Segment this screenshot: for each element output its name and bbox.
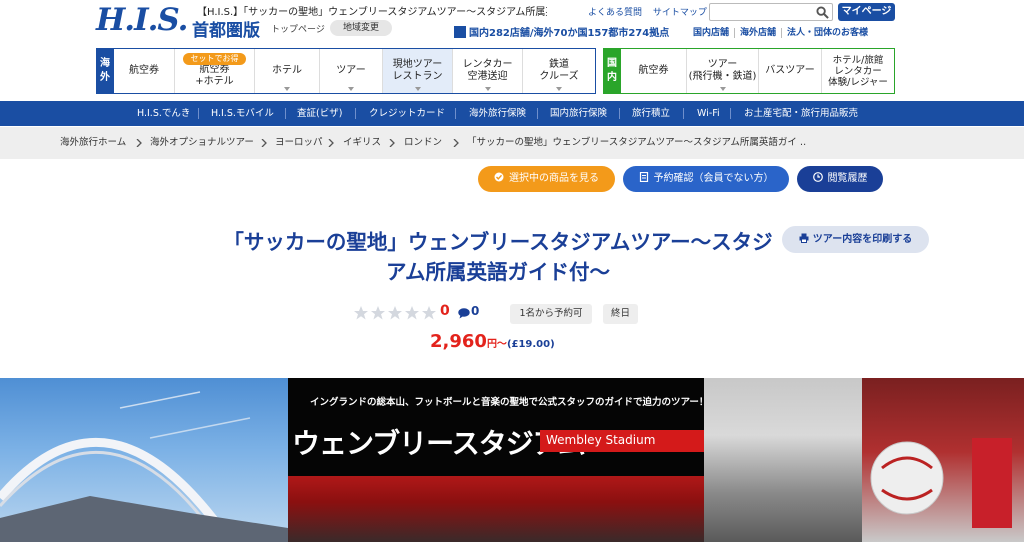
duration-tag: 終日	[603, 304, 638, 324]
stadium-arch-graphic	[0, 391, 288, 542]
chevron-down-icon	[484, 87, 491, 91]
selected-items-button[interactable]: 選択中の商品を見る	[478, 166, 615, 192]
breadcrumb-europe[interactable]: ヨーロッパ	[275, 127, 323, 159]
document-icon	[639, 172, 648, 182]
stadium-seats-photo	[288, 476, 704, 542]
overseas-label: 海外	[96, 49, 114, 93]
wembley-banner: イングランドの総本山、フットボールと音楽の聖地で公式スタッフのガイドで迫力のツア…	[288, 378, 708, 542]
nav-visa[interactable]: 査証(ビザ)	[297, 101, 342, 126]
mypage-button[interactable]: マイページ	[838, 3, 895, 21]
star-icon	[405, 306, 419, 320]
nav-souvenir[interactable]: お土産宅配・旅行用品販売	[744, 101, 858, 126]
banner-caption: イングランドの総本山、フットボールと音楽の聖地で公式スタッフのガイドで迫力のツア…	[310, 397, 709, 408]
nav-his-denki[interactable]: H.I.S.でんき	[137, 101, 190, 126]
service-nav: H.I.S.でんき H.I.S.モバイル 査証(ビザ) クレジットカード 海外旅…	[0, 101, 1024, 126]
dressing-room-photo	[704, 378, 862, 542]
corporate-link[interactable]: 法人・団体のお客様	[781, 28, 874, 38]
chevron-right-icon	[136, 139, 142, 147]
breadcrumb-optional-tour[interactable]: 海外オプショナルツアー	[150, 127, 254, 159]
building-icon	[454, 26, 466, 38]
football-display-photo	[862, 378, 1024, 542]
clock-icon	[812, 172, 823, 182]
nav-overseas-tour[interactable]: ツアー	[319, 49, 382, 93]
breadcrumb-uk[interactable]: イギリス	[343, 127, 381, 159]
store-links: 国内店舗 海外店舗 法人・団体のお客様	[688, 25, 874, 38]
chevron-right-icon	[328, 139, 334, 147]
nav-overseas-insurance[interactable]: 海外旅行保険	[469, 101, 526, 126]
comment-icon	[458, 308, 470, 319]
review-count[interactable]: 0	[471, 304, 479, 318]
check-circle-icon	[494, 172, 504, 182]
his-logo[interactable]: H.I.S.	[96, 2, 188, 38]
nav-domestic-bus[interactable]: バスツアー	[758, 49, 821, 93]
nav-domestic-flight[interactable]: 航空券	[621, 49, 686, 93]
football-graphic	[870, 438, 1012, 528]
region-change-button[interactable]: 地域変更	[330, 20, 392, 36]
search-input[interactable]	[709, 3, 833, 21]
star-icon	[388, 306, 402, 320]
rating-value: 0	[440, 303, 450, 319]
chevron-right-icon	[453, 139, 459, 147]
min-people-tag: 1名から予約可	[510, 304, 592, 324]
nav-domestic-tour[interactable]: ツアー (飛行機・鉄道)	[686, 49, 758, 93]
breadcrumb-london[interactable]: ロンドン	[404, 127, 442, 159]
nav-credit-card[interactable]: クレジットカード	[369, 101, 445, 126]
faq-link[interactable]: よくある質問	[588, 8, 642, 18]
print-button[interactable]: ツアー内容を印刷する	[782, 226, 929, 253]
nav-overseas-flight[interactable]: 航空券	[114, 49, 174, 93]
star-icon	[371, 306, 385, 320]
breadcrumb-current: 「サッカーの聖地」ウェンブリースタジアムツアー〜スタジアム所属英語ガイ …	[467, 137, 807, 148]
banner-subtitle: Wembley Stadium	[546, 433, 656, 447]
nav-his-mobile[interactable]: H.I.S.モバイル	[211, 101, 274, 126]
breadcrumb: 海外旅行ホーム 海外オプショナルツアー ヨーロッパ イギリス ロンドン 「サッカ…	[0, 127, 1024, 159]
overseas-nav: 海外 航空券 航空券 +ホテル ホテル ツアー 現地ツアー レストラン レンタカー空…	[96, 48, 596, 94]
breadcrumb-home[interactable]: 海外旅行ホーム	[60, 127, 126, 159]
domestic-label: 国内	[603, 49, 621, 93]
region-label: 首都圏版	[192, 21, 260, 41]
store-count: 国内282店舗/海外70か国157都市274拠点	[454, 24, 669, 39]
star-icon	[354, 306, 368, 320]
domestic-nav: 国内 航空券 ツアー (飛行機・鉄道) バスツアー ホテル/旅館 レンタカー 体験/レ…	[603, 48, 895, 94]
nav-domestic-hotel[interactable]: ホテル/旅館 レンタカー 体験/レジャー	[821, 49, 894, 93]
chevron-down-icon	[414, 87, 421, 91]
nav-overseas-rail[interactable]: 鉄道 クルーズ	[522, 49, 595, 93]
set-deal-badge: セットでお得	[183, 53, 246, 65]
overseas-stores-link[interactable]: 海外店舗	[734, 28, 782, 38]
chevron-down-icon	[556, 87, 562, 91]
nav-overseas-rentacar[interactable]: レンタカー 空港送迎	[452, 49, 522, 93]
tour-title: 「サッカーの聖地」ウェンブリースタジアムツアー〜スタジアム所属英語ガイド付〜	[223, 230, 773, 284]
rating-stars	[353, 305, 438, 321]
hero-image-strip: イングランドの総本山、フットボールと音楽の聖地で公式スタッフのガイドで迫力のツア…	[0, 378, 1024, 542]
chevron-down-icon	[719, 87, 726, 91]
nav-overseas-hotel[interactable]: ホテル	[254, 49, 319, 93]
star-icon	[422, 306, 436, 320]
tour-price: 2,960円〜(£19.00)	[430, 331, 555, 352]
printer-icon	[799, 233, 809, 243]
nav-wifi[interactable]: Wi-Fi	[697, 101, 720, 126]
sitemap-link[interactable]: サイトマップ	[653, 8, 707, 18]
chevron-down-icon	[284, 87, 290, 91]
stadium-arch-photo	[0, 378, 288, 542]
history-button[interactable]: 閲覧履歴	[797, 166, 883, 192]
booking-check-button[interactable]: 予約確認（会員でない方）	[623, 166, 789, 192]
chevron-right-icon	[389, 139, 395, 147]
domestic-stores-link[interactable]: 国内店舗	[688, 28, 734, 38]
chevron-right-icon	[261, 139, 267, 147]
search-icon[interactable]	[816, 6, 829, 19]
utility-links: よくある質問 サイトマップ	[588, 5, 715, 18]
top-page-link[interactable]: トップページ	[271, 22, 325, 35]
chevron-down-icon	[348, 87, 354, 91]
nav-overseas-local-tour[interactable]: 現地ツアー レストラン	[382, 49, 452, 93]
nav-domestic-insurance[interactable]: 国内旅行保険	[550, 101, 607, 126]
site-header: H.I.S. 【H.I.S.】「サッカーの聖地」ウェンブリースタジアムツアー〜ス…	[0, 0, 1024, 48]
nav-travel-savings[interactable]: 旅行積立	[632, 101, 670, 126]
